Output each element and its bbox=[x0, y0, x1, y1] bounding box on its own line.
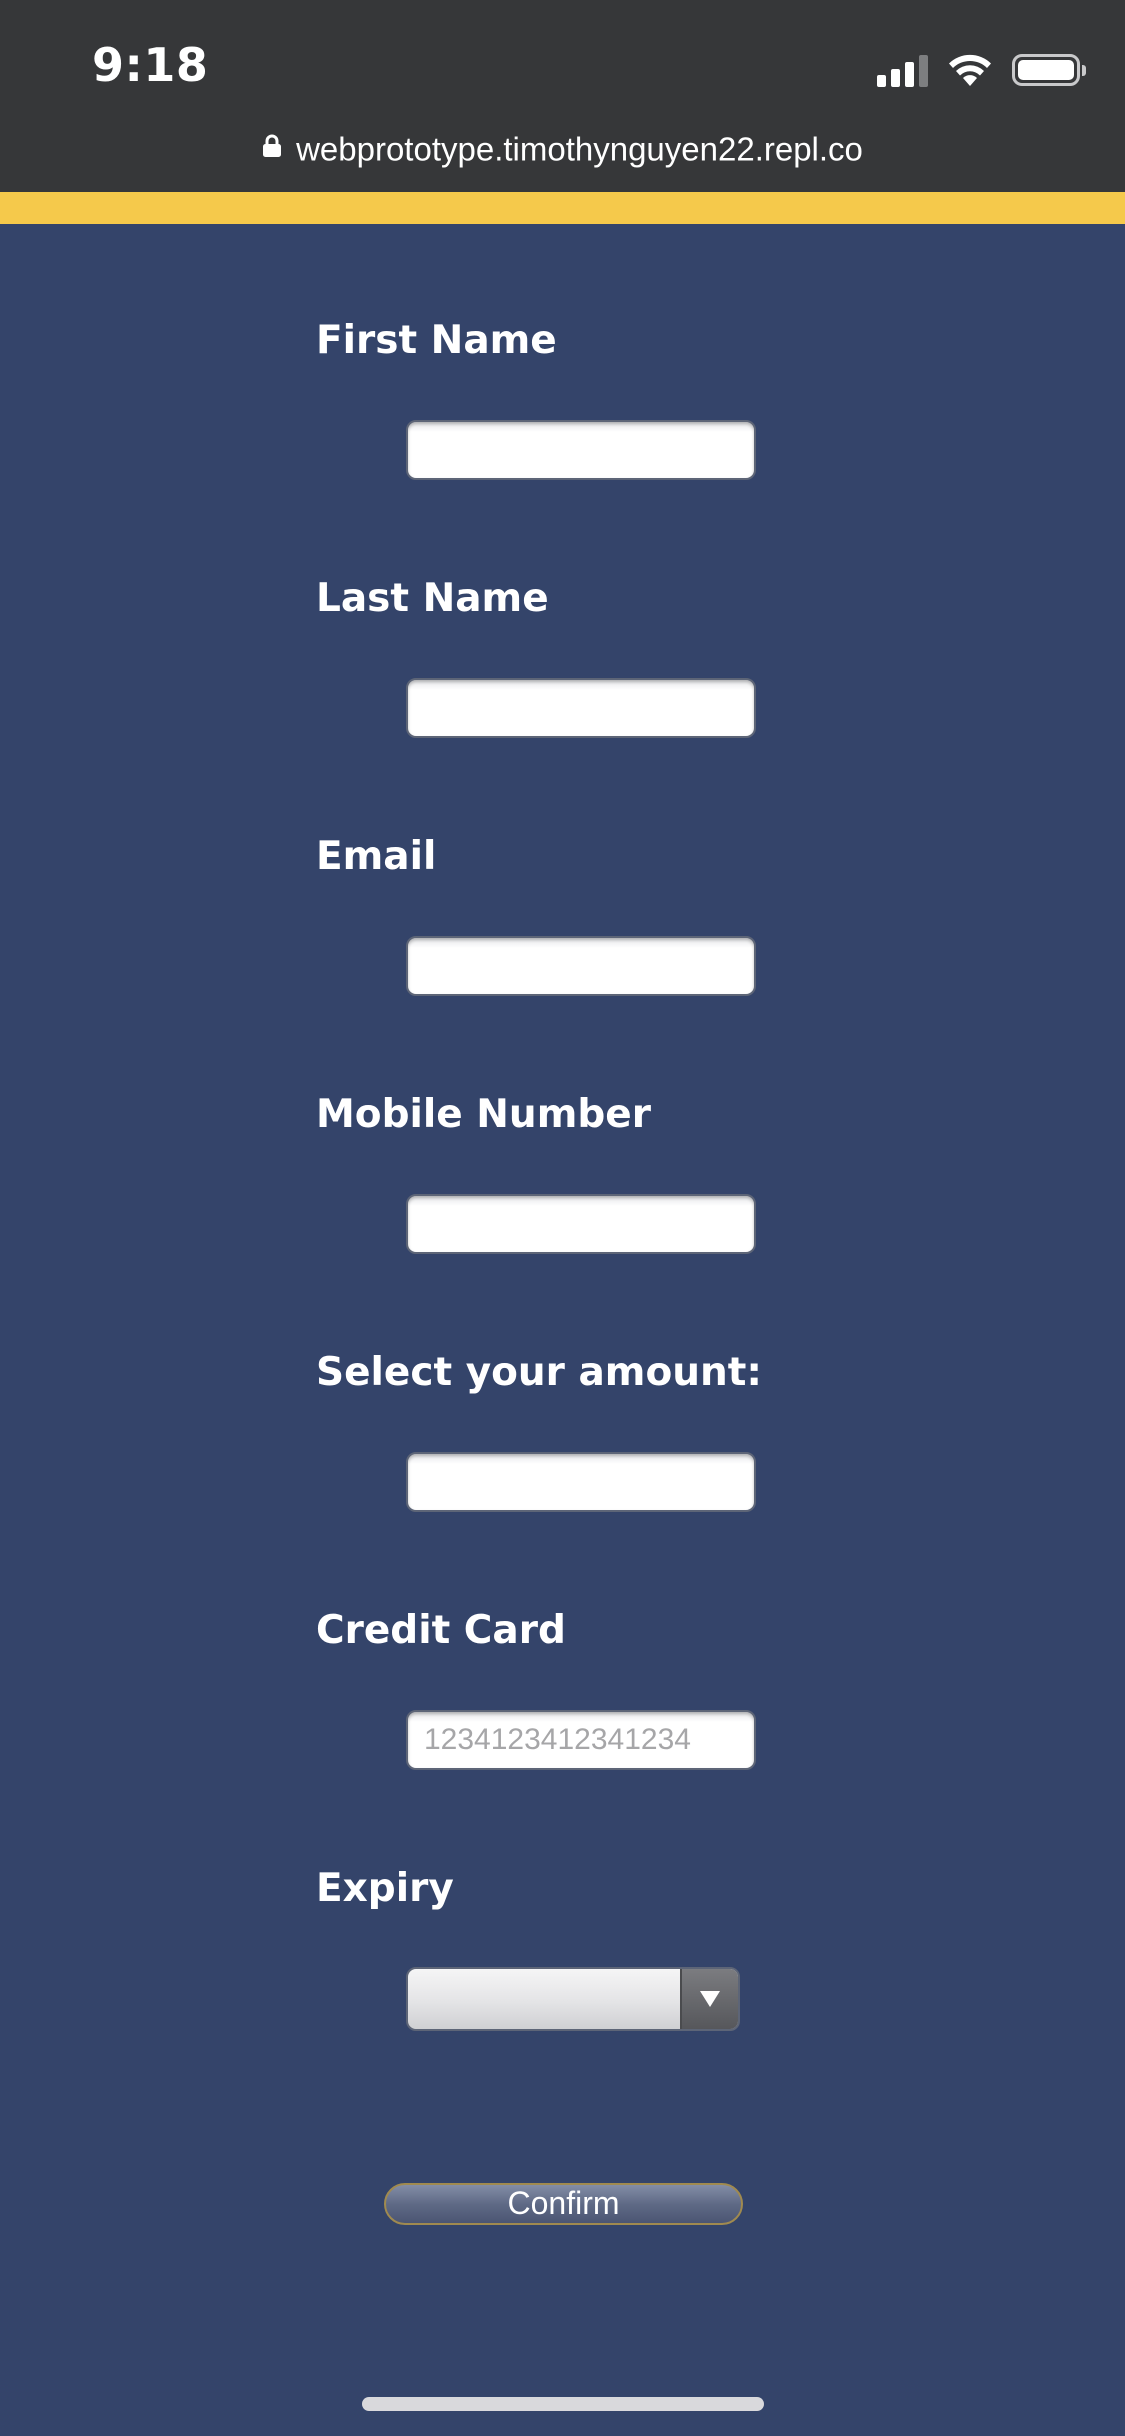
first-name-label: First Name bbox=[316, 318, 557, 363]
amount-input[interactable] bbox=[406, 1452, 756, 1512]
address-bar[interactable]: webprototype.timothynguyen22.repl.co bbox=[0, 128, 1125, 168]
home-indicator bbox=[362, 2397, 764, 2411]
email-input[interactable] bbox=[406, 936, 756, 996]
last-name-label: Last Name bbox=[316, 576, 549, 621]
mobile-number-input[interactable] bbox=[406, 1194, 756, 1254]
battery-icon bbox=[1012, 54, 1086, 86]
cellular-signal-icon bbox=[877, 53, 928, 87]
dropdown-arrow-icon bbox=[700, 1991, 720, 2007]
lock-icon bbox=[263, 134, 282, 158]
last-name-input[interactable] bbox=[406, 678, 756, 738]
amount-label: Select your amount: bbox=[316, 1350, 763, 1395]
credit-card-input[interactable] bbox=[406, 1710, 756, 1770]
expiry-select[interactable] bbox=[406, 1967, 740, 2031]
expiry-label: Expiry bbox=[316, 1866, 454, 1911]
credit-card-label: Credit Card bbox=[316, 1608, 566, 1653]
status-bar: 9:18 webprototype.timothynguyen22.repl.c… bbox=[0, 0, 1125, 192]
accent-stripe bbox=[0, 192, 1125, 224]
first-name-input[interactable] bbox=[406, 420, 756, 480]
wifi-icon bbox=[949, 54, 991, 86]
confirm-button[interactable]: Confirm bbox=[384, 2183, 743, 2225]
status-time: 9:18 bbox=[92, 38, 209, 92]
status-icons bbox=[877, 50, 1086, 90]
mobile-number-label: Mobile Number bbox=[316, 1092, 651, 1137]
email-label: Email bbox=[316, 834, 437, 879]
url-text: webprototype.timothynguyen22.repl.co bbox=[296, 130, 863, 168]
expiry-dropdown-button[interactable] bbox=[680, 1969, 738, 2029]
